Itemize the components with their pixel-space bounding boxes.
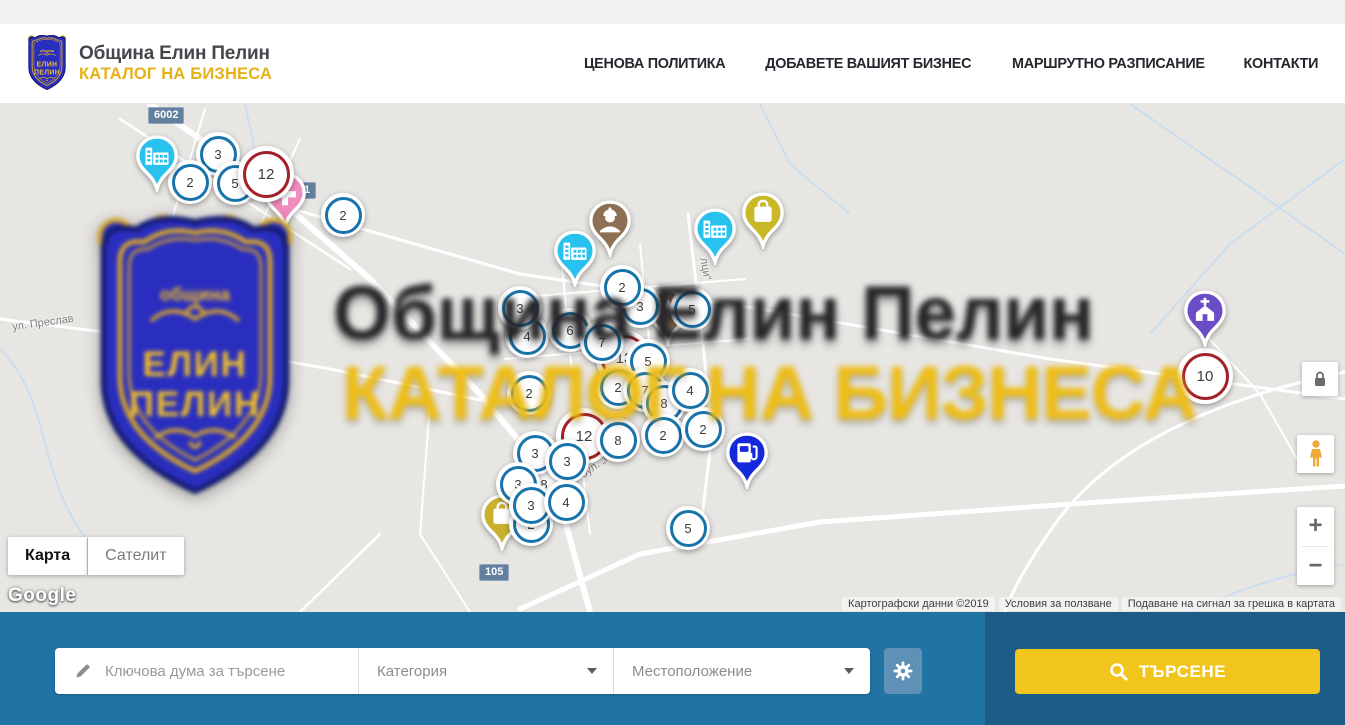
nav-contacts[interactable]: КОНТАКТИ bbox=[1244, 55, 1319, 72]
location-select-value: Местоположение bbox=[632, 663, 752, 680]
location-select[interactable]: Местоположение bbox=[613, 648, 870, 694]
site-subtitle: КАТАЛОГ НА БИЗНЕСА bbox=[79, 65, 272, 84]
gear-icon bbox=[891, 659, 915, 683]
fuel-pump-marker[interactable] bbox=[724, 431, 770, 489]
category-select[interactable]: Категория bbox=[358, 648, 613, 694]
pencil-icon bbox=[74, 662, 92, 680]
map-attribution: Картографски данни ©2019 Условия за полз… bbox=[838, 597, 1341, 611]
map-cluster-marker[interactable]: 5 bbox=[666, 506, 710, 550]
map-type-satellite-button[interactable]: Сателит bbox=[88, 537, 183, 575]
cluster-count: 3 bbox=[516, 301, 523, 316]
shopping-bag-marker[interactable] bbox=[740, 191, 786, 249]
chevron-down-icon bbox=[587, 668, 597, 674]
map-type-control: Карта Сателит bbox=[8, 537, 184, 575]
google-logo[interactable]: Google bbox=[8, 585, 76, 607]
search-button[interactable]: ТЪРСЕНЕ bbox=[1015, 649, 1320, 694]
zoom-out-button[interactable]: − bbox=[1297, 547, 1334, 586]
cluster-count: 2 bbox=[614, 380, 621, 395]
nav-price-policy[interactable]: ЦЕНОВА ПОЛИТИКА bbox=[584, 55, 725, 72]
cluster-count: 2 bbox=[339, 208, 346, 223]
cluster-count: 3 bbox=[527, 498, 534, 513]
search-button-label: ТЪРСЕНЕ bbox=[1139, 662, 1227, 682]
header: Община Елин Пелин КАТАЛОГ НА БИЗНЕСА ЦЕН… bbox=[0, 24, 1345, 104]
nav-add-business[interactable]: ДОБАВЕТЕ ВАШИЯТ БИЗНЕС bbox=[765, 55, 971, 72]
map-cluster-marker[interactable]: 3 bbox=[498, 286, 542, 330]
map-type-map-button[interactable]: Карта bbox=[8, 537, 87, 575]
road-number-badge: 6002 bbox=[148, 107, 184, 124]
search-bar-right-panel: ТЪРСЕНЕ bbox=[985, 612, 1345, 725]
map-cluster-marker[interactable]: 2 bbox=[641, 413, 685, 457]
street-view-pegman-button[interactable] bbox=[1297, 435, 1334, 473]
cluster-count: 5 bbox=[688, 302, 695, 317]
cluster-count: 5 bbox=[684, 521, 691, 536]
cluster-count: 3 bbox=[214, 147, 221, 162]
main-nav: ЦЕНОВА ПОЛИТИКА ДОБАВЕТЕ ВАШИЯТ БИЗНЕС М… bbox=[581, 55, 1320, 72]
factory-marker[interactable] bbox=[134, 134, 180, 192]
factory-icon bbox=[134, 134, 180, 192]
cluster-count: 2 bbox=[186, 175, 193, 190]
map-cluster-marker[interactable]: 10 bbox=[1177, 348, 1233, 404]
map-cluster-marker[interactable]: 3 bbox=[545, 439, 589, 483]
cluster-count: 5 bbox=[644, 354, 651, 369]
cluster-count: 3 bbox=[531, 446, 538, 461]
map-cluster-marker[interactable]: 12 bbox=[238, 146, 294, 202]
cluster-count: 2 bbox=[618, 280, 625, 295]
map-cluster-marker[interactable]: 5 bbox=[670, 287, 714, 331]
cluster-count: 6 bbox=[566, 323, 573, 338]
chevron-down-icon bbox=[844, 668, 854, 674]
map-lock-button[interactable] bbox=[1302, 362, 1338, 396]
attribution-copyright: Картографски данни ©2019 bbox=[842, 597, 995, 611]
cluster-count: 10 bbox=[1197, 368, 1214, 385]
road-number-badge: 105 bbox=[479, 564, 509, 581]
shopping-bag-icon bbox=[740, 191, 786, 249]
factory-icon bbox=[692, 207, 738, 265]
cluster-count: 8 bbox=[660, 396, 667, 411]
cluster-count: 2 bbox=[659, 428, 666, 443]
attribution-report-link[interactable]: Подаване на сигнал за грешка в картата bbox=[1122, 597, 1341, 611]
search-icon bbox=[1109, 662, 1129, 682]
site-title: Община Елин Пелин bbox=[79, 43, 272, 65]
worker-marker[interactable] bbox=[587, 199, 633, 257]
advanced-settings-button[interactable] bbox=[884, 648, 922, 694]
keyword-field bbox=[55, 648, 358, 694]
cluster-count: 4 bbox=[523, 329, 530, 344]
cluster-count: 4 bbox=[562, 495, 569, 510]
category-select-value: Категория bbox=[377, 663, 447, 680]
worker-icon bbox=[587, 199, 633, 257]
cluster-count: 8 bbox=[614, 433, 621, 448]
pegman-icon bbox=[1304, 439, 1328, 469]
map-cluster-marker[interactable]: 2 bbox=[507, 371, 551, 415]
cluster-count: 2 bbox=[525, 386, 532, 401]
map-cluster-marker[interactable]: 2 bbox=[321, 193, 365, 237]
map-cluster-marker[interactable]: 2 bbox=[681, 407, 725, 451]
map-cluster-marker[interactable]: 8 bbox=[596, 418, 640, 462]
zoom-control: + − bbox=[1297, 507, 1334, 585]
map-cluster-marker[interactable]: 2 bbox=[600, 265, 644, 309]
nav-route-schedule[interactable]: МАРШРУТНО РАЗПИСАНИЕ bbox=[1012, 55, 1205, 72]
cluster-count: 12 bbox=[258, 166, 275, 183]
search-form: Категория Местоположение bbox=[55, 648, 870, 694]
attribution-terms-link[interactable]: Условия за ползване bbox=[999, 597, 1118, 611]
brand[interactable]: Община Елин Пелин КАТАЛОГ НА БИЗНЕСА bbox=[25, 36, 272, 92]
map-canvas[interactable]: 60021105ул. Преславлци“бул. „Новосел 325… bbox=[0, 104, 1345, 612]
map-cluster-marker[interactable]: 4 bbox=[544, 480, 588, 524]
cluster-count: 3 bbox=[563, 454, 570, 469]
search-bar: ТЪРСЕНЕ Категория Местоположение bbox=[0, 612, 1345, 725]
municipality-crest-logo bbox=[25, 34, 69, 92]
cluster-count: 4 bbox=[686, 383, 693, 398]
church-icon bbox=[1182, 289, 1228, 347]
factory-marker[interactable] bbox=[692, 207, 738, 265]
zoom-in-button[interactable]: + bbox=[1297, 507, 1334, 546]
keyword-search-input[interactable] bbox=[103, 662, 358, 681]
page-top-strip bbox=[0, 0, 1345, 24]
map-cluster-marker[interactable]: 4 bbox=[668, 368, 712, 412]
lock-icon bbox=[1310, 370, 1330, 388]
cluster-count: 7 bbox=[598, 335, 605, 350]
cluster-count: 2 bbox=[699, 422, 706, 437]
fuel-pump-icon bbox=[724, 431, 770, 489]
map-cluster-marker[interactable]: 7 bbox=[580, 320, 624, 364]
church-marker[interactable] bbox=[1182, 289, 1228, 347]
